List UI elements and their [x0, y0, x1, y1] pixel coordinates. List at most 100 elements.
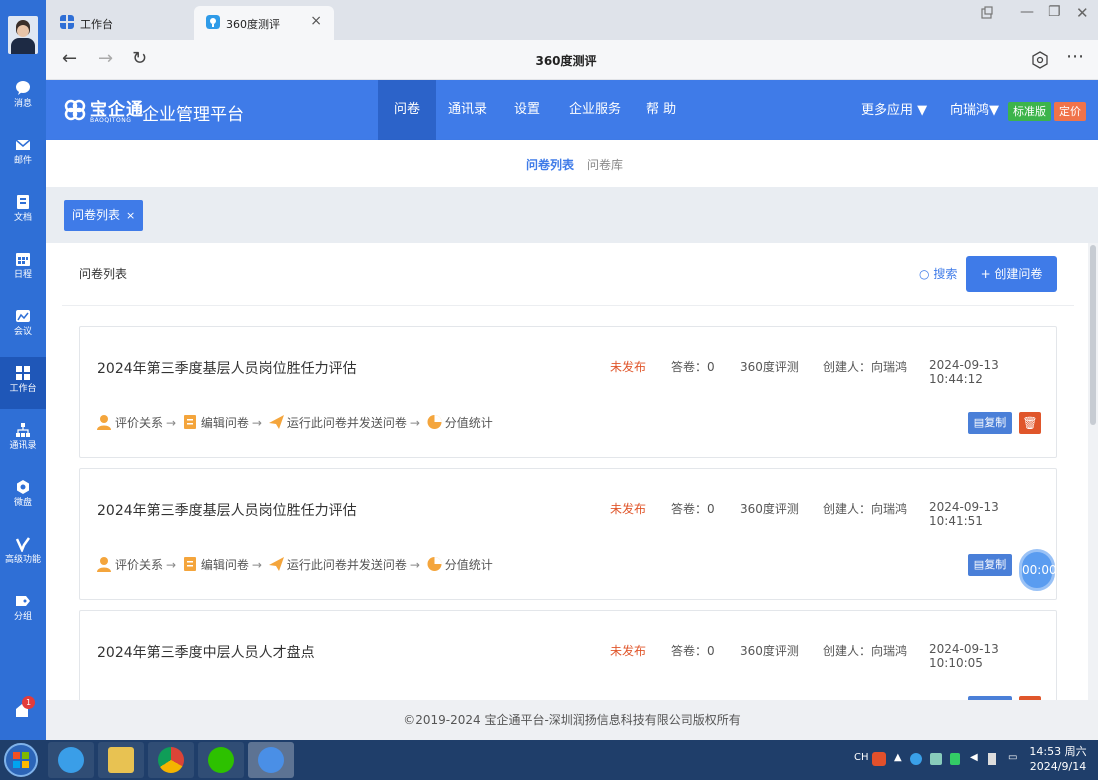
arrow-icon: →: [409, 416, 420, 430]
sidebar-item-advanced[interactable]: 高级功能: [0, 528, 46, 580]
sogou-input-icon[interactable]: [872, 752, 886, 766]
close-tab-icon[interactable]: ×: [310, 13, 322, 29]
sidebar-item-document[interactable]: 文档: [0, 186, 46, 238]
status-badge: 未发布: [610, 360, 647, 374]
sidebar-item-calendar[interactable]: 日程: [0, 243, 46, 295]
volume-icon[interactable]: ◀: [970, 752, 978, 763]
app-sidebar: 消息 邮件 文档 日程 会议 工作台 通讯录 微盘 高级功能 分组 1: [0, 0, 46, 740]
meeting-icon: [16, 310, 30, 322]
taskbar-wecom[interactable]: [248, 742, 294, 778]
search-icon: ○: [919, 267, 930, 281]
platform-name: 企业管理平台: [142, 105, 244, 125]
card-type: 360度评测: [740, 502, 799, 516]
arrow-icon: →: [251, 416, 262, 430]
sidebar-item-meeting[interactable]: 会议: [0, 300, 46, 352]
step-score-statistics[interactable]: 分值统计: [445, 416, 493, 430]
main-panel: 问卷列表 ○ 搜索 + 创建问卷 2024年第三季度基层人员岗位胜任力评估 未发…: [46, 243, 1090, 700]
step-evaluation-relation[interactable]: 评价关系: [115, 416, 163, 430]
avatar[interactable]: [8, 16, 38, 54]
battery-icon[interactable]: [988, 753, 996, 765]
tray-expand-icon[interactable]: ▲: [894, 752, 902, 763]
taskbar-ie[interactable]: [48, 742, 94, 778]
create-questionnaire-button[interactable]: + 创建问卷: [966, 256, 1057, 292]
menu-settings[interactable]: 设置: [498, 80, 556, 140]
step-edit-questionnaire[interactable]: 编辑问卷: [201, 416, 249, 430]
mail-icon: [15, 139, 31, 150]
subnav-questionnaire-library[interactable]: 问卷库: [587, 156, 623, 173]
close-window-icon[interactable]: ✕: [1076, 4, 1089, 22]
step-evaluation-relation[interactable]: 评价关系: [115, 558, 163, 572]
pricing-badge[interactable]: 定价: [1054, 102, 1086, 121]
delete-button[interactable]: 🗑: [1019, 412, 1041, 434]
document-icon: [17, 195, 29, 209]
taskbar-chrome[interactable]: [148, 742, 194, 778]
sidebar-item-message[interactable]: 消息: [0, 72, 46, 124]
notification-badge: 1: [22, 696, 35, 709]
card-title[interactable]: 2024年第三季度中层人员人才盘点: [97, 642, 315, 662]
user-relation-icon: [97, 557, 111, 572]
settings-hex-icon[interactable]: [1032, 51, 1048, 69]
security-shield-icon[interactable]: [950, 753, 960, 765]
card-datetime: 2024-09-13 10:41:51: [929, 500, 999, 528]
group-icon: [16, 596, 30, 606]
taskbar-explorer[interactable]: [98, 742, 144, 778]
arrow-icon: →: [251, 558, 262, 572]
sidebar-item-workbench[interactable]: 工作台: [0, 357, 46, 409]
menu-contacts[interactable]: 通讯录: [432, 80, 503, 140]
panel-title: 问卷列表: [79, 267, 128, 281]
subnav-questionnaire-list[interactable]: 问卷列表: [526, 156, 574, 173]
send-plane-icon: [268, 415, 284, 429]
menu-help[interactable]: 帮 助: [630, 80, 692, 140]
restore-icon[interactable]: ❐: [1048, 4, 1061, 20]
send-plane-icon: [268, 557, 284, 571]
notification-icon[interactable]: ▭: [1008, 752, 1017, 763]
pin-window-icon[interactable]: [980, 6, 994, 20]
tab-workbench[interactable]: 工作台: [48, 6, 188, 40]
start-button[interactable]: [4, 743, 38, 777]
sub-navigation: 问卷列表 问卷库: [46, 140, 1098, 187]
copy-button[interactable]: ▤复制: [968, 412, 1012, 434]
card-title[interactable]: 2024年第三季度基层人员岗位胜任力评估: [97, 358, 357, 378]
step-run-send[interactable]: 运行此问卷并发送问卷: [287, 416, 407, 430]
user-menu[interactable]: 向瑞鸿▼: [950, 80, 999, 140]
taskbar-wechat[interactable]: [198, 742, 244, 778]
more-icon[interactable]: ⋯: [1066, 46, 1084, 67]
tag-bar: 问卷列表 ×: [46, 187, 1098, 243]
sidebar-item-mail[interactable]: 邮件: [0, 129, 46, 181]
address-bar: ← → ↻ 360度测评 ⋯: [46, 40, 1098, 80]
sidebar-item-group[interactable]: 分组: [0, 585, 46, 637]
windows-logo-icon: [13, 752, 29, 768]
step-edit-questionnaire[interactable]: 编辑问卷: [201, 558, 249, 572]
menu-enterprise-service[interactable]: 企业服务: [553, 80, 637, 140]
sidebar-item-drive[interactable]: 微盘: [0, 471, 46, 523]
more-apps-menu[interactable]: 更多应用 ▼: [861, 80, 927, 140]
chevron-down-icon: ▼: [989, 103, 1000, 118]
card-datetime: 2024-09-13 10:10:05: [929, 642, 999, 670]
app-tab-icon: [206, 15, 220, 29]
step-score-statistics[interactable]: 分值统计: [445, 558, 493, 572]
tray-app-icon[interactable]: [930, 753, 942, 765]
answer-count: 答卷：0: [671, 360, 715, 374]
network-app-icon[interactable]: [910, 753, 922, 765]
minimize-icon[interactable]: —: [1020, 4, 1034, 20]
input-language[interactable]: CH: [854, 752, 869, 763]
folder-icon: [108, 747, 134, 773]
floating-timer[interactable]: 00:00: [1019, 549, 1057, 591]
step-run-send[interactable]: 运行此问卷并发送问卷: [287, 558, 407, 572]
questionnaire-card: 2024年第三季度基层人员岗位胜任力评估 未发布 答卷：0 360度评测 创建人…: [79, 326, 1057, 458]
close-icon[interactable]: ×: [126, 209, 135, 222]
taskbar: CH ▲ ◀ ▭ 14:53 周六 2024/9/14: [0, 740, 1098, 780]
edition-badge[interactable]: 标准版: [1008, 102, 1051, 121]
copy-button[interactable]: ▤复制: [968, 554, 1012, 576]
search-button[interactable]: ○ 搜索: [919, 265, 957, 282]
scrollbar-thumb[interactable]: [1090, 245, 1096, 425]
card-title[interactable]: 2024年第三季度基层人员岗位胜任力评估: [97, 500, 357, 520]
sidebar-item-contacts[interactable]: 通讯录: [0, 414, 46, 466]
system-clock[interactable]: 14:53 周六 2024/9/14: [1028, 744, 1088, 774]
arrow-icon: →: [409, 558, 420, 572]
menu-questionnaire[interactable]: 问卷: [378, 80, 437, 140]
scrollbar[interactable]: [1088, 243, 1098, 700]
open-tag-chip[interactable]: 问卷列表 ×: [64, 200, 144, 231]
page-title: 360度测评: [535, 54, 597, 68]
tab-360-evaluation[interactable]: 360度测评 ×: [194, 6, 334, 40]
